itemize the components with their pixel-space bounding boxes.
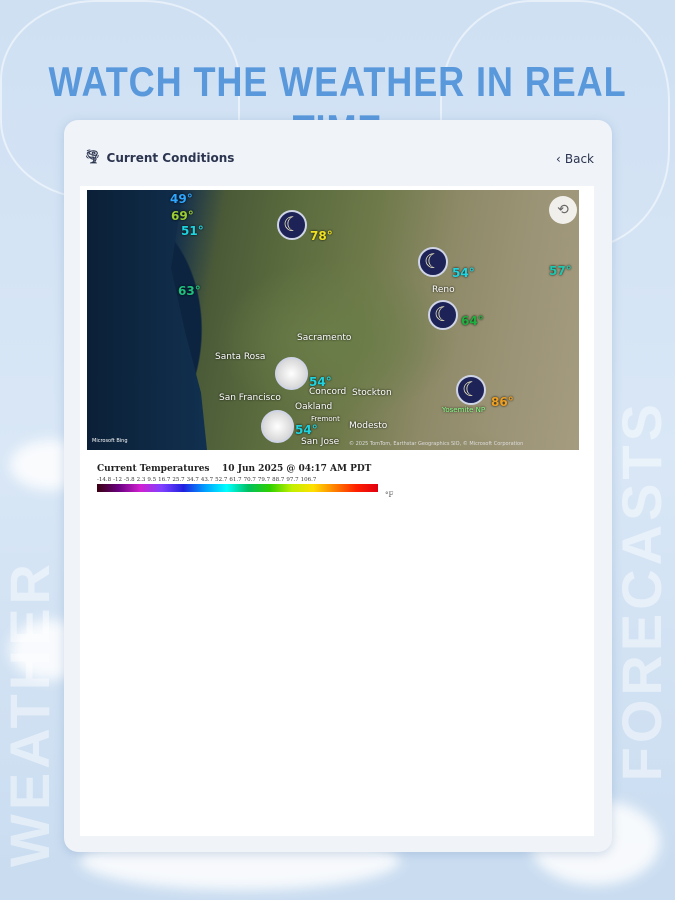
- legend-tick: 34.7: [186, 477, 199, 483]
- temp-label: 54°: [295, 423, 318, 437]
- moon-icon[interactable]: ☾: [277, 210, 307, 240]
- tablet-frame: 🌪 Current Conditions ‹ Back ☾ ☾ ☾ ☾ Sacr…: [64, 120, 612, 852]
- city-label: Fremont: [311, 415, 340, 423]
- legend-tick: 43.7: [200, 477, 214, 483]
- legend-tick: 61.7: [229, 477, 242, 483]
- chevron-left-icon: ‹: [556, 152, 561, 166]
- bing-logo: Microsoft Bing: [92, 438, 128, 444]
- legend-tick: 2.3: [136, 477, 146, 483]
- moon-icon[interactable]: ☾: [418, 247, 448, 277]
- legend-tick: 25.7: [172, 477, 185, 483]
- city-label: Oakland: [295, 402, 333, 412]
- back-button[interactable]: ‹ Back: [556, 152, 594, 166]
- back-label: Back: [564, 152, 594, 166]
- legend-title: Current Temperatures: [97, 464, 210, 474]
- temp-label: 49°: [170, 192, 193, 206]
- city-label: San Jose: [301, 437, 340, 447]
- city-label: Yosemite NP: [442, 406, 486, 414]
- map-copyright: © 2025 TomTom, Earthstar Geographics SIO…: [349, 441, 524, 447]
- temp-label: 54°: [309, 375, 332, 389]
- fog-icon[interactable]: [261, 410, 294, 443]
- page-title: Current Conditions: [106, 150, 235, 165]
- temp-label: 63°: [178, 284, 201, 298]
- legend-tick: 79.7: [257, 477, 271, 483]
- legend-tick: 9.5: [147, 477, 157, 483]
- city-label: Stockton: [352, 388, 392, 398]
- city-label: San Francisco: [219, 393, 281, 403]
- legend-tick: 88.7: [272, 477, 285, 483]
- weather-map[interactable]: ☾ ☾ ☾ ☾ Sacramento Santa Rosa San Franci…: [87, 190, 579, 450]
- legend-tick: 52.7: [215, 477, 228, 483]
- city-label: Reno: [432, 285, 455, 295]
- tornado-icon: 🌪: [84, 150, 101, 165]
- temp-label: 51°: [181, 224, 204, 238]
- legend-tick: 16.7: [158, 477, 171, 483]
- city-label: Santa Rosa: [215, 352, 266, 362]
- content-panel: ☾ ☾ ☾ ☾ Sacramento Santa Rosa San Franci…: [80, 186, 594, 836]
- legend-tick: -5.8: [123, 477, 135, 483]
- color-scale-bar: [97, 484, 378, 492]
- legend-tick: 97.7: [286, 477, 299, 483]
- legend-tick: -14.8: [97, 477, 112, 483]
- legend-unit: °F: [385, 491, 394, 499]
- temp-label: 54°: [452, 266, 475, 280]
- page-header: 🌪 Current Conditions: [84, 150, 234, 165]
- legend-timestamp: 10 Jun 2025 @ 04:17 AM PDT: [222, 464, 372, 474]
- legend-tick: 70.7: [243, 477, 256, 483]
- temp-label: 86°: [491, 395, 514, 409]
- temperature-legend: Current Temperatures 10 Jun 2025 @ 04:17…: [97, 464, 393, 499]
- temp-label: 69°: [171, 209, 194, 223]
- city-label: Modesto: [349, 421, 388, 431]
- temp-label: 78°: [310, 229, 333, 243]
- side-text-right: FORECASTS: [610, 400, 673, 782]
- moon-cloud-icon[interactable]: ☾: [456, 375, 486, 405]
- moon-cloud-icon[interactable]: ☾: [428, 300, 458, 330]
- side-text-left: WEATHER: [0, 560, 61, 867]
- city-label: Sacramento: [297, 333, 352, 343]
- legend-tick: 106.7: [300, 477, 317, 483]
- legend-ticks: -14.8 -12 -5.8 2.3 9.5 16.7 25.7 34.7 43.7 52.7 61…: [97, 477, 378, 483]
- temp-label: 64°: [461, 314, 484, 328]
- cloudy-icon[interactable]: [275, 357, 308, 390]
- temp-label: 57°: [549, 264, 572, 278]
- legend-tick: -12: [113, 477, 122, 483]
- rotate-map-button[interactable]: ⟲: [549, 196, 577, 224]
